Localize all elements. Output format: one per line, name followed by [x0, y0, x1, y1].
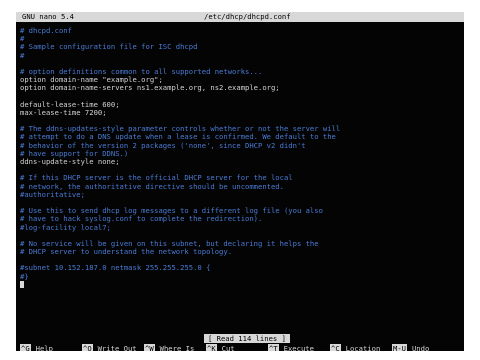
editor-line: # [20, 51, 25, 60]
editor-line: # The ddns-updates-style parameter contr… [20, 125, 341, 134]
status-message: [ Read 114 lines ] [204, 334, 290, 343]
editor-line: #subnet 10.152.187.0 netmask 255.255.255… [20, 264, 211, 273]
shortcut-key: ^O [82, 344, 93, 351]
shortcut-label: Execute [283, 344, 314, 351]
editor-line: # [20, 35, 25, 44]
editor-line: # have to hack syslog.conf to complete t… [20, 215, 263, 224]
cursor-line [20, 281, 460, 289]
shortcut-label: Where Is [159, 344, 195, 351]
editor-line: # Sample configuration file for ISC dhcp… [20, 43, 198, 52]
editor-line: option domain-name-servers ns1.example.o… [20, 84, 280, 93]
shortcut-label: Help [35, 344, 53, 351]
editor-line: default-lease-time 600; [20, 100, 120, 109]
shortcut-key: ^G [20, 344, 31, 351]
shortcut-key: ^K [206, 344, 217, 351]
editor-line: #log-facility local7; [20, 223, 111, 232]
screen-frame: GNU nano 5.4 /etc/dhcp/dhcpd.conf # dhcp… [0, 0, 480, 360]
shortcut-execute[interactable]: ^T Execute [268, 344, 314, 351]
shortcut-key: M-U [392, 344, 407, 351]
editor-line: #} [20, 272, 29, 281]
editor-line: # DHCP server to understand the network … [20, 248, 233, 257]
editor-area[interactable]: # dhcpd.conf # # Sample configuration file… [20, 27, 460, 289]
shortcut-write-out[interactable]: ^O Write Out [82, 344, 137, 351]
editor-line: # network, the authoritative directive s… [20, 182, 284, 191]
shortcut-label: Write Out [97, 344, 137, 351]
editor-line: max-lease-time 7200; [20, 108, 107, 117]
shortcut-label: Cut [221, 344, 235, 351]
editor-line: # have support for DDNS.) [20, 149, 129, 158]
editor-line: #authoritative; [20, 190, 85, 199]
editor-line: # attempt to do a DNS update when a leas… [20, 133, 336, 142]
shortcut-where-is[interactable]: ^W Where Is [144, 344, 194, 351]
shortcut-help[interactable]: ^G Help [20, 344, 53, 351]
editor-line: option domain-name "example.org"; [20, 76, 163, 85]
shortcut-location[interactable]: ^C Location [330, 344, 380, 351]
editor-line: ddns-update-style none; [20, 158, 120, 166]
editor-line: # behavior of the version 2 packages ('n… [20, 141, 306, 150]
shortcut-undo[interactable]: M-U Undo [392, 344, 429, 351]
editor-line: # If this DHCP server is the official DH… [20, 174, 293, 183]
editor-line: # Use this to send dhcp log messages to … [20, 207, 323, 216]
file-path: /etc/dhcp/dhcpd.conf [204, 12, 291, 21]
shortcut-label: Location [345, 344, 381, 351]
editor-line: # option definitions common to all suppo… [20, 67, 263, 76]
shortcut-key: ^W [144, 344, 155, 351]
editor-line: # No service will be given on this subne… [20, 239, 319, 248]
editor-line: # dhcpd.conf [20, 27, 72, 35]
shortcut-label: Undo [411, 344, 430, 351]
app-name: GNU nano 5.4 [22, 12, 74, 21]
text-cursor [20, 281, 24, 289]
nano-title-bar: GNU nano 5.4 /etc/dhcp/dhcpd.conf [16, 12, 464, 22]
shortcut-key: ^T [268, 344, 279, 351]
shortcut-key: ^C [330, 344, 341, 351]
shortcut-cut[interactable]: ^K Cut [206, 344, 235, 351]
terminal-window[interactable]: GNU nano 5.4 /etc/dhcp/dhcpd.conf # dhcp… [16, 12, 464, 351]
